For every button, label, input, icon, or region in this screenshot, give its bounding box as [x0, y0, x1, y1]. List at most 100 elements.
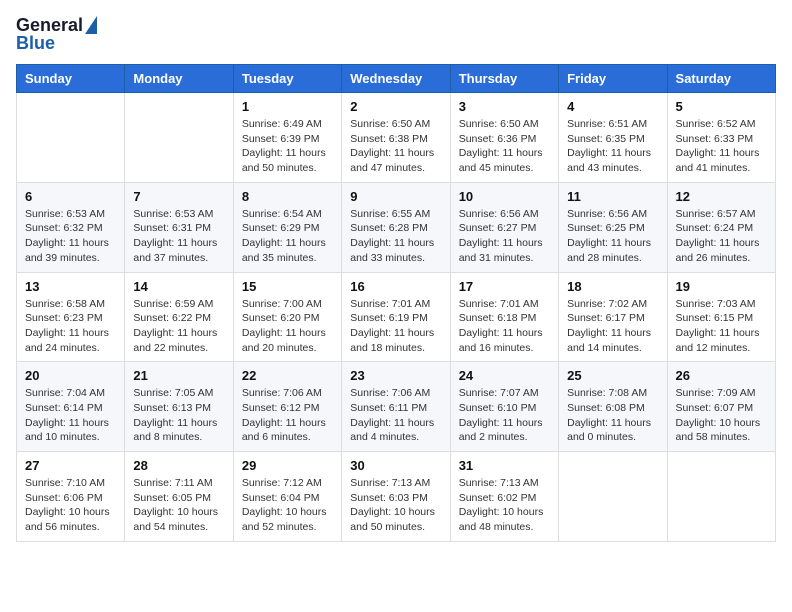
- day-number: 31: [459, 458, 550, 473]
- weekday-header-wednesday: Wednesday: [342, 65, 450, 93]
- calendar-cell: 5 Sunrise: 6:52 AM Sunset: 6:33 PM Daylig…: [667, 93, 775, 183]
- day-number: 8: [242, 189, 333, 204]
- day-info: Sunrise: 7:00 AM Sunset: 6:20 PM Dayligh…: [242, 297, 333, 356]
- calendar-cell: 9 Sunrise: 6:55 AM Sunset: 6:28 PM Daylig…: [342, 182, 450, 272]
- day-number: 22: [242, 368, 333, 383]
- calendar-cell: 30 Sunrise: 7:13 AM Sunset: 6:03 PM Dayli…: [342, 452, 450, 542]
- calendar-cell: 15Sunrise: 7:00 AM Sunset: 6:20 PM Dayli…: [233, 272, 341, 362]
- calendar-table: SundayMondayTuesdayWednesdayThursdayFrid…: [16, 64, 776, 542]
- day-info: Sunrise: 7:03 AM Sunset: 6:15 PM Dayligh…: [676, 297, 767, 356]
- day-number: 1: [242, 99, 333, 114]
- logo-general-text: General: [16, 16, 83, 34]
- calendar-cell: 28 Sunrise: 7:11 AM Sunset: 6:05 PM Dayli…: [125, 452, 233, 542]
- day-info: Sunrise: 6:58 AM Sunset: 6:23 PM Dayligh…: [25, 297, 116, 356]
- day-info: Sunrise: 6:56 AM Sunset: 6:25 PM Dayligh…: [567, 207, 658, 266]
- day-info: Sunrise: 7:04 AM Sunset: 6:14 PM Dayligh…: [25, 386, 116, 445]
- day-number: 29: [242, 458, 333, 473]
- day-number: 10: [459, 189, 550, 204]
- calendar-cell: 6Sunrise: 6:53 AM Sunset: 6:32 PM Daylig…: [17, 182, 125, 272]
- calendar-week-4: 20 Sunrise: 7:04 AM Sunset: 6:14 PM Dayli…: [17, 362, 776, 452]
- day-info: Sunrise: 7:01 AM Sunset: 6:19 PM Dayligh…: [350, 297, 441, 356]
- calendar-cell: 4 Sunrise: 6:51 AM Sunset: 6:35 PM Daylig…: [559, 93, 667, 183]
- calendar-cell: 2Sunrise: 6:50 AM Sunset: 6:38 PM Daylig…: [342, 93, 450, 183]
- day-info: Sunrise: 7:07 AM Sunset: 6:10 PM Dayligh…: [459, 386, 550, 445]
- page-header: General Blue: [16, 16, 776, 52]
- day-number: 9: [350, 189, 441, 204]
- day-info: Sunrise: 7:11 AM Sunset: 6:05 PM Dayligh…: [133, 476, 224, 535]
- calendar-cell: 12 Sunrise: 6:57 AM Sunset: 6:24 PM Dayli…: [667, 182, 775, 272]
- day-info: Sunrise: 7:05 AM Sunset: 6:13 PM Dayligh…: [133, 386, 224, 445]
- calendar-cell: 13Sunrise: 6:58 AM Sunset: 6:23 PM Dayli…: [17, 272, 125, 362]
- calendar-week-1: 1 Sunrise: 6:49 AM Sunset: 6:39 PM Daylig…: [17, 93, 776, 183]
- calendar-cell: 31 Sunrise: 7:13 AM Sunset: 6:02 PM Dayli…: [450, 452, 558, 542]
- day-number: 30: [350, 458, 441, 473]
- day-info: Sunrise: 6:50 AM Sunset: 6:36 PM Dayligh…: [459, 117, 550, 176]
- weekday-header-sunday: Sunday: [17, 65, 125, 93]
- day-number: 17: [459, 279, 550, 294]
- day-info: Sunrise: 7:13 AM Sunset: 6:03 PM Dayligh…: [350, 476, 441, 535]
- day-info: Sunrise: 7:01 AM Sunset: 6:18 PM Dayligh…: [459, 297, 550, 356]
- day-info: Sunrise: 7:06 AM Sunset: 6:11 PM Dayligh…: [350, 386, 441, 445]
- calendar-cell: 21 Sunrise: 7:05 AM Sunset: 6:13 PM Dayli…: [125, 362, 233, 452]
- day-info: Sunrise: 6:53 AM Sunset: 6:31 PM Dayligh…: [133, 207, 224, 266]
- day-number: 5: [676, 99, 767, 114]
- day-info: Sunrise: 6:56 AM Sunset: 6:27 PM Dayligh…: [459, 207, 550, 266]
- day-info: Sunrise: 6:57 AM Sunset: 6:24 PM Dayligh…: [676, 207, 767, 266]
- calendar-cell: 29 Sunrise: 7:12 AM Sunset: 6:04 PM Dayli…: [233, 452, 341, 542]
- day-info: Sunrise: 7:09 AM Sunset: 6:07 PM Dayligh…: [676, 386, 767, 445]
- weekday-header-monday: Monday: [125, 65, 233, 93]
- day-info: Sunrise: 7:12 AM Sunset: 6:04 PM Dayligh…: [242, 476, 333, 535]
- logo: General Blue: [16, 16, 97, 52]
- day-info: Sunrise: 7:06 AM Sunset: 6:12 PM Dayligh…: [242, 386, 333, 445]
- calendar-week-2: 6Sunrise: 6:53 AM Sunset: 6:32 PM Daylig…: [17, 182, 776, 272]
- day-number: 24: [459, 368, 550, 383]
- day-info: Sunrise: 7:13 AM Sunset: 6:02 PM Dayligh…: [459, 476, 550, 535]
- calendar-cell: 11Sunrise: 6:56 AM Sunset: 6:25 PM Dayli…: [559, 182, 667, 272]
- calendar-cell: 27Sunrise: 7:10 AM Sunset: 6:06 PM Dayli…: [17, 452, 125, 542]
- calendar-cell: [125, 93, 233, 183]
- day-info: Sunrise: 7:02 AM Sunset: 6:17 PM Dayligh…: [567, 297, 658, 356]
- day-info: Sunrise: 6:49 AM Sunset: 6:39 PM Dayligh…: [242, 117, 333, 176]
- logo-blue-text: Blue: [16, 34, 55, 52]
- day-number: 18: [567, 279, 658, 294]
- day-info: Sunrise: 6:59 AM Sunset: 6:22 PM Dayligh…: [133, 297, 224, 356]
- logo-triangle-icon: [85, 16, 97, 34]
- weekday-header-tuesday: Tuesday: [233, 65, 341, 93]
- day-info: Sunrise: 6:52 AM Sunset: 6:33 PM Dayligh…: [676, 117, 767, 176]
- calendar-week-3: 13Sunrise: 6:58 AM Sunset: 6:23 PM Dayli…: [17, 272, 776, 362]
- weekday-header-friday: Friday: [559, 65, 667, 93]
- day-number: 26: [676, 368, 767, 383]
- calendar-cell: 8 Sunrise: 6:54 AM Sunset: 6:29 PM Daylig…: [233, 182, 341, 272]
- day-number: 3: [459, 99, 550, 114]
- calendar-cell: 25 Sunrise: 7:08 AM Sunset: 6:08 PM Dayli…: [559, 362, 667, 452]
- day-number: 20: [25, 368, 116, 383]
- weekday-header-thursday: Thursday: [450, 65, 558, 93]
- day-number: 28: [133, 458, 224, 473]
- calendar-cell: 18 Sunrise: 7:02 AM Sunset: 6:17 PM Dayli…: [559, 272, 667, 362]
- day-info: Sunrise: 7:08 AM Sunset: 6:08 PM Dayligh…: [567, 386, 658, 445]
- day-number: 25: [567, 368, 658, 383]
- calendar-cell: 10 Sunrise: 6:56 AM Sunset: 6:27 PM Dayli…: [450, 182, 558, 272]
- day-number: 21: [133, 368, 224, 383]
- day-info: Sunrise: 6:54 AM Sunset: 6:29 PM Dayligh…: [242, 207, 333, 266]
- day-number: 27: [25, 458, 116, 473]
- calendar-week-5: 27Sunrise: 7:10 AM Sunset: 6:06 PM Dayli…: [17, 452, 776, 542]
- calendar-cell: 16 Sunrise: 7:01 AM Sunset: 6:19 PM Dayli…: [342, 272, 450, 362]
- day-number: 2: [350, 99, 441, 114]
- calendar-cell: 3 Sunrise: 6:50 AM Sunset: 6:36 PM Daylig…: [450, 93, 558, 183]
- calendar-cell: 14Sunrise: 6:59 AM Sunset: 6:22 PM Dayli…: [125, 272, 233, 362]
- day-number: 16: [350, 279, 441, 294]
- calendar-cell: 24 Sunrise: 7:07 AM Sunset: 6:10 PM Dayli…: [450, 362, 558, 452]
- calendar-cell: 17 Sunrise: 7:01 AM Sunset: 6:18 PM Dayli…: [450, 272, 558, 362]
- calendar-cell: 22 Sunrise: 7:06 AM Sunset: 6:12 PM Dayli…: [233, 362, 341, 452]
- day-number: 23: [350, 368, 441, 383]
- day-number: 6: [25, 189, 116, 204]
- calendar-cell: [667, 452, 775, 542]
- day-info: Sunrise: 6:55 AM Sunset: 6:28 PM Dayligh…: [350, 207, 441, 266]
- day-number: 4: [567, 99, 658, 114]
- day-number: 7: [133, 189, 224, 204]
- calendar-cell: 1 Sunrise: 6:49 AM Sunset: 6:39 PM Daylig…: [233, 93, 341, 183]
- day-info: Sunrise: 6:51 AM Sunset: 6:35 PM Dayligh…: [567, 117, 658, 176]
- day-number: 19: [676, 279, 767, 294]
- day-number: 12: [676, 189, 767, 204]
